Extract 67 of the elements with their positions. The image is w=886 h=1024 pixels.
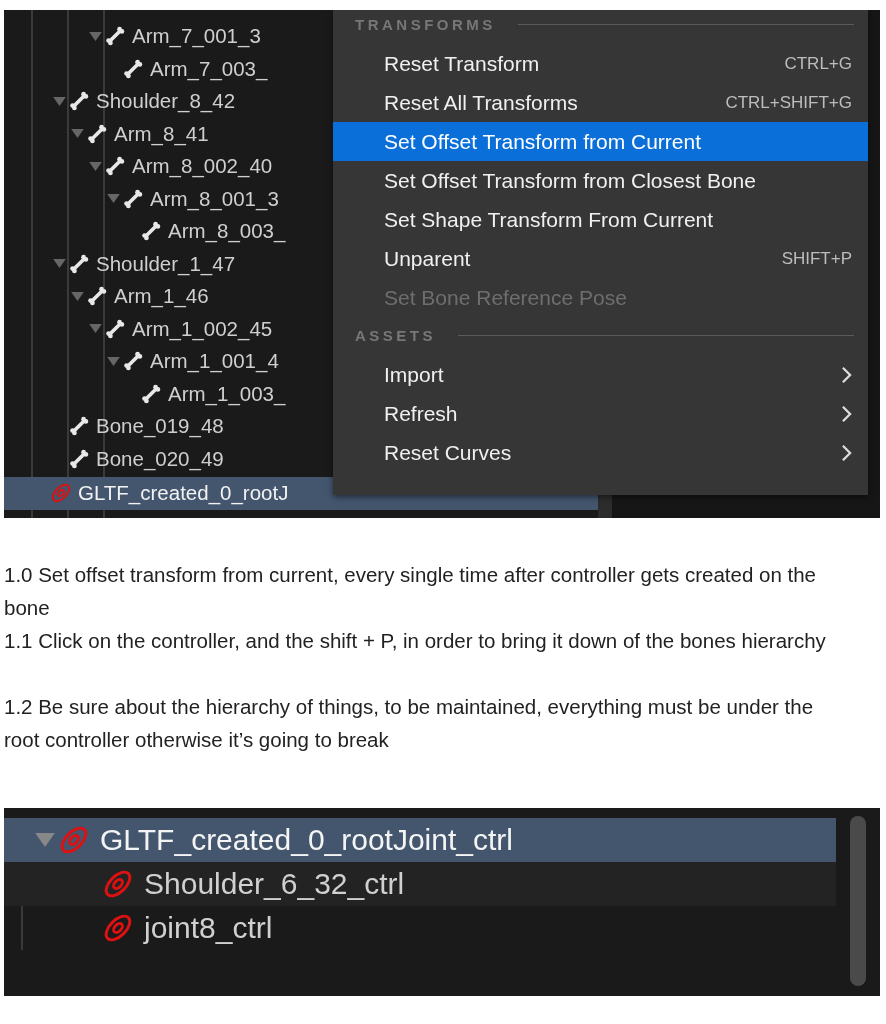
bone-icon [68,252,90,275]
expand-arrow-icon[interactable] [34,833,56,847]
controller-icon [102,912,134,944]
tree-label: Arm_7_003_ [150,56,268,81]
expand-arrow-icon[interactable] [88,161,102,171]
bone-icon [104,317,126,340]
menu-item[interactable]: Refresh [333,394,868,433]
expand-arrow-icon[interactable] [52,96,66,106]
tree-label: Shoulder_8_42 [96,89,236,114]
tree-row[interactable]: GLTF_created_0_rootJoint_ctrl [4,818,836,862]
tree-label: Bone_019_48 [96,414,224,439]
bone-icon [122,350,144,373]
tree-label: GLTF_created_0_rootJoint_ctrl [100,823,513,857]
bone-icon [68,447,90,470]
menu-item[interactable]: Reset Curves [333,433,868,472]
tree-label: Arm_1_002_45 [132,316,273,341]
expand-arrow-icon[interactable] [88,31,102,41]
section-heading: ASSETS [355,326,436,344]
expand-arrow-icon[interactable] [106,356,120,366]
bone-icon [86,122,108,145]
menu-item[interactable]: Reset Transform CTRL+G [333,44,868,83]
bone-icon [104,155,126,178]
controller-icon [58,824,90,856]
note-paragraph: 1.1 Click on the controller, and the shift + P, in order to bring it down of the bones hierarchy [4,628,827,654]
bone-icon [122,57,144,80]
bone-icon [104,25,126,48]
bone-icon [68,90,90,113]
controller-icon [102,868,134,900]
tree-label: Arm_8_41 [114,121,209,146]
tree-label: Arm_1_46 [114,284,209,309]
tree-label: Shoulder_1_47 [96,251,236,276]
tree-label: Arm_7_001_3 [132,24,261,49]
tree-label: joint8_ctrl [144,911,273,945]
menu-item[interactable]: Reset All Transforms CTRL+SHIFT+G [333,83,868,122]
bone-icon [140,220,162,243]
menu-item[interactable]: Set Offset Transform from Current [333,122,868,161]
controller-icon [50,482,72,505]
bone-icon [140,382,162,405]
bone-icon [68,415,90,438]
expand-arrow-icon[interactable] [106,194,120,204]
expand-arrow-icon[interactable] [70,129,84,139]
section-heading: TRANSFORMS [355,15,496,33]
tree-label: Shoulder_6_32_ctrl [144,867,405,901]
shortcut-label: CTRL+SHIFT+G [725,92,852,113]
expand-arrow-icon[interactable] [70,291,84,301]
tree-label: Arm_1_001_4 [150,349,279,374]
shortcut-label: CTRL+G [784,53,852,74]
tree-row[interactable]: Shoulder_6_32_ctrl [4,862,836,906]
note-paragraph: 1.2 Be sure about the hierarchy of things, to be maintained, everything must be under the root controller otherwise it’s going to break [4,694,815,753]
bone-icon [122,187,144,210]
tree-label: Arm_1_003_ [168,381,286,406]
tree-label: Arm_8_002_40 [132,154,273,179]
note-paragraph: 1.0 Set offset transform from current, every single time after controller gets created on the bone [4,562,818,621]
menu-item[interactable]: Unparent SHIFT+P [333,239,868,278]
tree-label: GLTF_created_0_rootJ [78,481,289,506]
menu-item[interactable]: Import [333,355,868,394]
shortcut-label: SHIFT+P [781,248,852,269]
expand-arrow-icon[interactable] [52,259,66,269]
menu-item[interactable]: Set Shape Transform From Current [333,200,868,239]
menu-item[interactable]: Set Offset Transform from Closest Bone [333,161,868,200]
expand-arrow-icon[interactable] [88,324,102,334]
bone-icon [86,285,108,308]
tree-label: Bone_020_49 [96,446,224,471]
scrollbar[interactable] [850,816,866,986]
tree-label: Arm_8_001_3 [150,186,279,211]
tree-label: Arm_8_003_ [168,219,286,244]
tree-row[interactable]: joint8_ctrl [4,906,836,950]
